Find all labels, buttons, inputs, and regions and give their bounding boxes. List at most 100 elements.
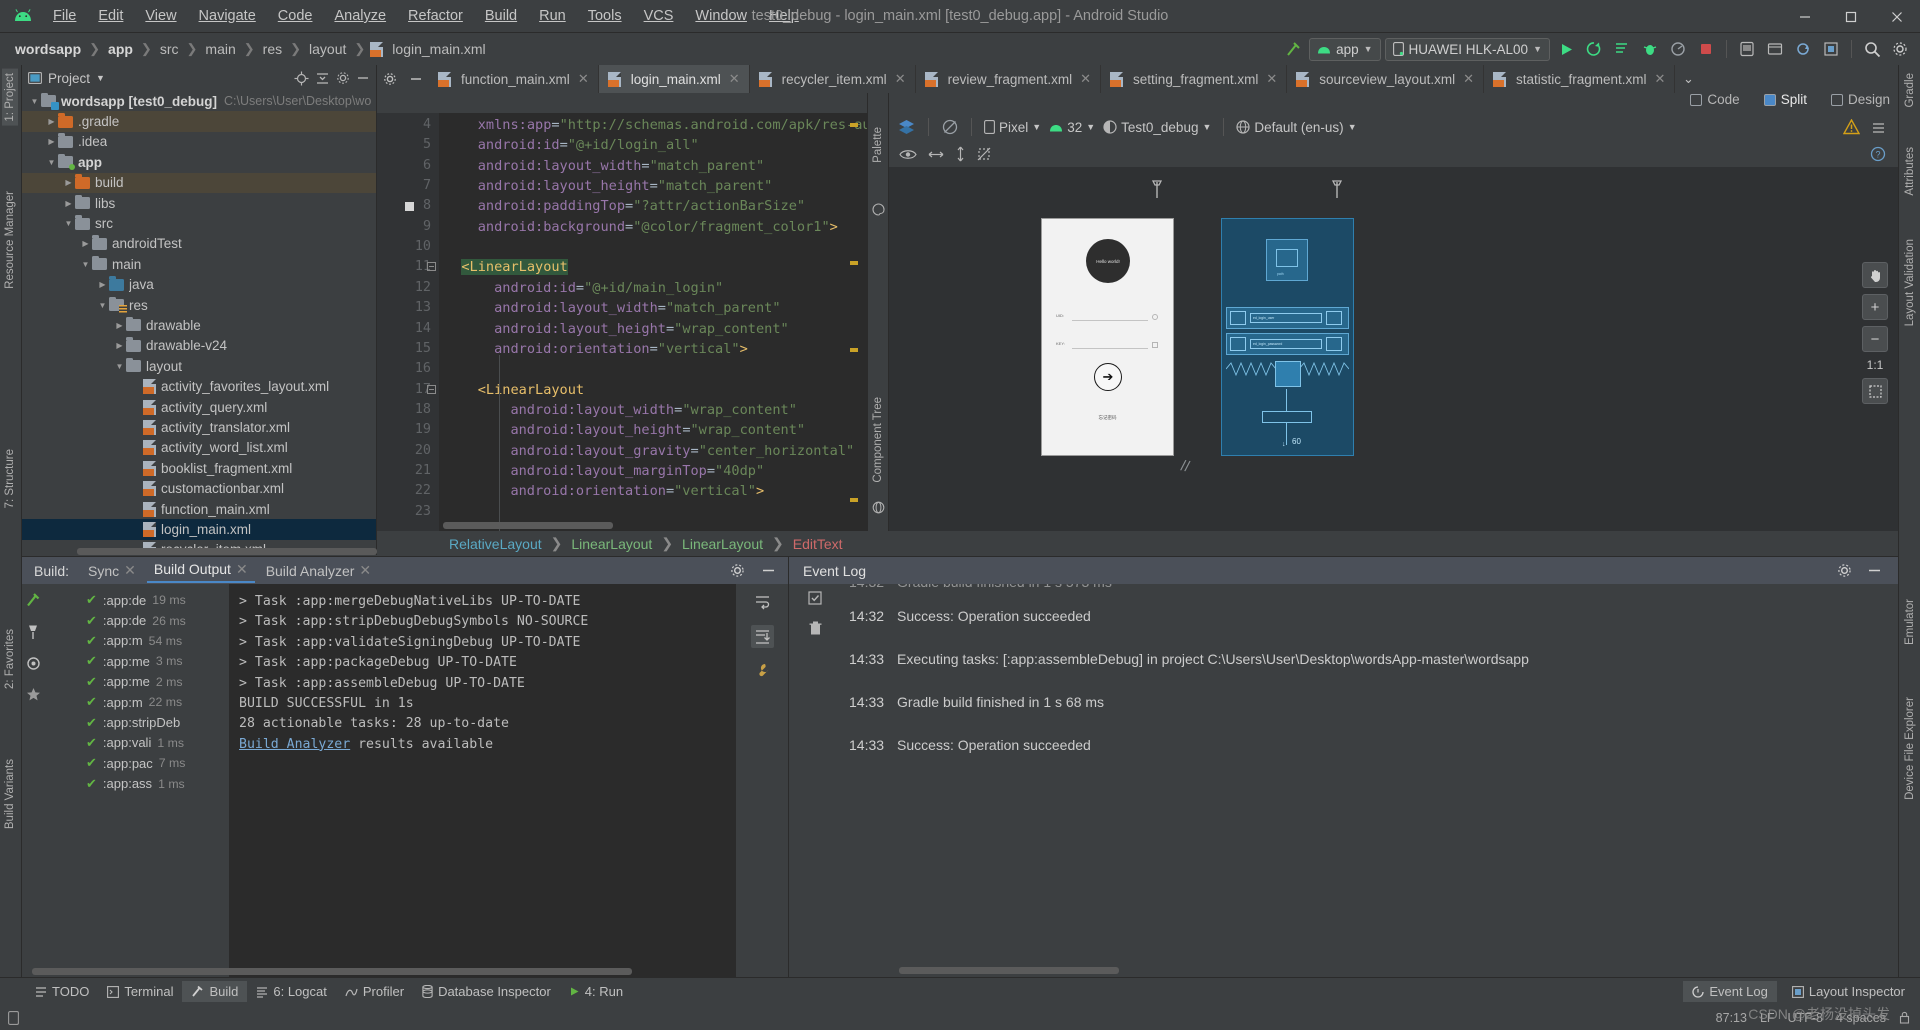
- project-tree[interactable]: ▼wordsapp [test0_debug]C:\Users\User\Des…: [22, 91, 376, 555]
- sidebar-tab-device-file-explorer[interactable]: Device File Explorer: [1902, 693, 1918, 804]
- menu-file[interactable]: File: [42, 4, 87, 28]
- view-mode-design[interactable]: Design: [1827, 90, 1894, 109]
- breadcrumb-layout[interactable]: layout: [306, 40, 349, 58]
- build-settings-gear-icon[interactable]: [730, 563, 745, 578]
- status-device-icon[interactable]: [8, 1011, 19, 1025]
- view-mode-code[interactable]: Code: [1686, 90, 1743, 109]
- device-preview-render[interactable]: Hello world! UID: KEY: ➔ 忘记密码: [1042, 219, 1173, 455]
- build-task-row[interactable]: ✔:app:pac7 ms: [44, 753, 229, 773]
- project-tree-row[interactable]: ▶.idea: [22, 132, 376, 152]
- debug-icon[interactable]: [1638, 37, 1662, 61]
- bottom-tab-layout-inspector[interactable]: Layout Inspector: [1783, 981, 1914, 1002]
- close-icon[interactable]: ✕: [895, 71, 906, 87]
- build-task-row[interactable]: ✔:app:me3 ms: [44, 651, 229, 671]
- preview-login-button[interactable]: ➔: [1094, 363, 1122, 391]
- component-breadcrumb-relativelayout[interactable]: RelativeLayout: [449, 536, 542, 552]
- build-task-row[interactable]: ✔:app:de26 ms: [44, 610, 229, 630]
- code-line[interactable]: android:layout_width="wrap_content": [510, 400, 796, 420]
- code-line[interactable]: android:layout_height="match_parent": [478, 176, 773, 196]
- zoom-controls[interactable]: + − 1:1: [1862, 262, 1888, 404]
- close-icon[interactable]: ✕: [1080, 71, 1091, 87]
- build-hammer-icon[interactable]: [25, 592, 41, 608]
- sidebar-tab-favorites[interactable]: 2: Favorites: [2, 625, 18, 693]
- close-icon[interactable]: ✕: [124, 562, 136, 579]
- component-breadcrumb-linearlayout-2[interactable]: LinearLayout: [682, 536, 763, 552]
- build-task-row[interactable]: ✔:app:ass1 ms: [44, 774, 229, 794]
- close-button[interactable]: [1874, 0, 1920, 33]
- event-log-row[interactable]: 14:32Success: Operation succeeded: [841, 594, 1898, 637]
- zoom-level-label[interactable]: 1:1: [1867, 358, 1884, 372]
- breadcrumb-app[interactable]: app: [105, 40, 136, 58]
- design-tab-component-tree[interactable]: Component Tree: [870, 393, 886, 487]
- close-icon[interactable]: ✕: [1655, 71, 1666, 87]
- design-surface-icon[interactable]: [897, 118, 916, 137]
- apply-code-changes-icon[interactable]: [1610, 37, 1634, 61]
- breadcrumb-file[interactable]: login_main.xml: [389, 40, 488, 58]
- project-tree-row[interactable]: ▼src: [22, 213, 376, 233]
- close-icon[interactable]: ✕: [359, 562, 371, 579]
- pan-hand-icon[interactable]: [1862, 262, 1888, 288]
- preview-forgot-password[interactable]: 忘记密码: [1042, 415, 1173, 421]
- collapse-arrow-icon[interactable]: ▶: [45, 117, 58, 126]
- breadcrumb-main[interactable]: main: [202, 40, 238, 58]
- sidebar-tab-resource-manager[interactable]: Resource Manager: [2, 187, 18, 293]
- menu-code[interactable]: Code: [267, 4, 324, 28]
- project-tree-row[interactable]: ▼layout: [22, 356, 376, 376]
- sidebar-tab-structure[interactable]: 7: Structure: [2, 445, 18, 512]
- component-breadcrumb[interactable]: RelativeLayout ❯ LinearLayout ❯ LinearLa…: [377, 531, 1898, 556]
- menu-edit[interactable]: Edit: [87, 4, 134, 28]
- bottom-tab-build[interactable]: Build: [182, 981, 247, 1002]
- editor-code-area[interactable]: xmlns:app="http://schemas.android.com/ap…: [439, 113, 887, 531]
- api-level-selector[interactable]: 32 ▼: [1049, 120, 1095, 135]
- sdk-manager-icon[interactable]: [1763, 37, 1787, 61]
- blueprint-key-field[interactable]: ed_login_password: [1250, 339, 1322, 349]
- menu-window[interactable]: Window: [684, 4, 758, 28]
- collapse-all-icon[interactable]: [315, 71, 330, 86]
- project-tree-row[interactable]: ▼wordsapp [test0_debug]C:\Users\User\Des…: [22, 91, 376, 111]
- code-fold-icon[interactable]: [427, 262, 436, 271]
- menu-build[interactable]: Build: [474, 4, 528, 28]
- code-line[interactable]: android:layout_width="match_parent": [478, 156, 764, 176]
- editor-error-stripe[interactable]: [848, 113, 858, 533]
- project-tree-row[interactable]: function_main.xml: [22, 499, 376, 519]
- blueprint-render[interactable]: path ed_login_user ed_login_password ↓: [1222, 219, 1353, 455]
- chevron-down-icon[interactable]: ▼: [96, 73, 105, 83]
- profiler-run-icon[interactable]: [1666, 37, 1690, 61]
- resize-handle-icon[interactable]: //: [1179, 457, 1191, 475]
- code-editor[interactable]: 4567891011121314151617181920212223 xmlns…: [377, 93, 887, 531]
- code-line[interactable]: android:background="@color/fragment_colo…: [478, 217, 838, 237]
- more-tabs-chevron-icon[interactable]: ⌄: [1675, 65, 1701, 93]
- bottom-tab-profiler[interactable]: Profiler: [336, 981, 413, 1002]
- layout-inspector-toolbar-icon[interactable]: [1819, 37, 1843, 61]
- code-line[interactable]: android:layout_marginTop="40dp": [510, 461, 764, 481]
- editor-tab[interactable]: function_main.xml✕: [429, 65, 599, 93]
- build-output-horizontal-scrollbar[interactable]: [32, 968, 632, 975]
- menu-navigate[interactable]: Navigate: [188, 4, 267, 28]
- module-selector[interactable]: app ▼: [1309, 38, 1380, 61]
- menu-analyze[interactable]: Analyze: [323, 4, 397, 28]
- mark-read-icon[interactable]: [807, 590, 823, 606]
- design-canvas[interactable]: Hello world! UID: KEY: ➔ 忘记密码 path ed_lo…: [889, 167, 1898, 531]
- scroll-to-end-icon[interactable]: [751, 625, 774, 648]
- sidebar-tab-gradle[interactable]: Gradle: [1902, 69, 1918, 112]
- project-tree-row[interactable]: ▶libs: [22, 193, 376, 213]
- settings-gear-icon[interactable]: [336, 71, 350, 85]
- editor-tab[interactable]: setting_fragment.xml✕: [1101, 65, 1287, 93]
- editor-tab[interactable]: review_fragment.xml✕: [916, 65, 1101, 93]
- editor-gutter[interactable]: 4567891011121314151617181920212223: [377, 113, 439, 531]
- build-task-row[interactable]: ✔:app:stripDeb: [44, 712, 229, 732]
- project-tree-row[interactable]: ▶.gradle: [22, 111, 376, 131]
- menu-vcs[interactable]: VCS: [633, 4, 685, 28]
- eye-icon[interactable]: [899, 148, 917, 161]
- project-tree-row[interactable]: booklist_fragment.xml: [22, 458, 376, 478]
- blueprint-login-button[interactable]: [1275, 361, 1301, 387]
- vertical-constraint-icon[interactable]: [955, 145, 966, 163]
- project-tree-row[interactable]: activity_query.xml: [22, 397, 376, 417]
- code-line[interactable]: android:layout_width="match_parent": [494, 298, 780, 318]
- build-analyzer-link[interactable]: Build Analyzer: [239, 737, 350, 752]
- preview-key-field[interactable]: [1072, 348, 1148, 349]
- build-output-console[interactable]: > Task :app:mergeDebugNativeLibs UP-TO-D…: [229, 584, 788, 977]
- expand-arrow-icon[interactable]: ▼: [96, 301, 109, 310]
- editor-tab[interactable]: login_main.xml✕: [599, 65, 750, 93]
- caret-position[interactable]: 87:13: [1716, 1011, 1747, 1025]
